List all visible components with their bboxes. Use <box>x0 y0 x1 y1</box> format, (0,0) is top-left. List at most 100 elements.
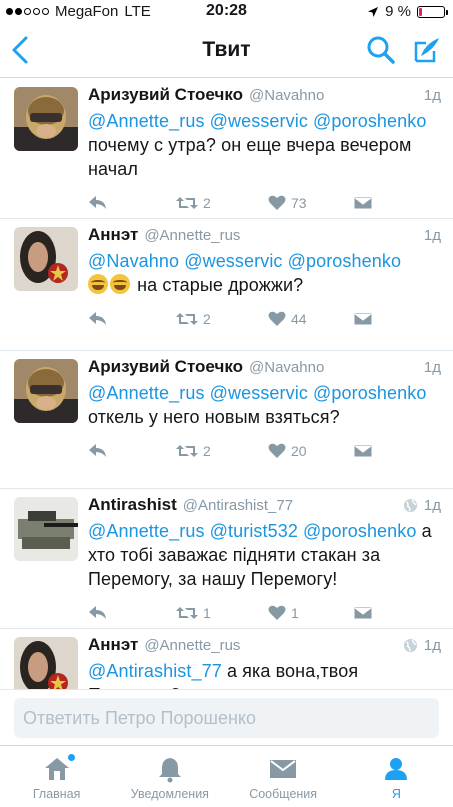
search-button[interactable] <box>365 34 397 66</box>
tweet-header: Antirashist @Antirashist_77 <box>88 495 441 519</box>
direct-message-button[interactable] <box>354 311 372 327</box>
reply-icon <box>89 312 106 325</box>
tweet-author-name[interactable]: Аннэт <box>88 225 138 245</box>
tweet-time: 1д <box>423 497 441 514</box>
like-count: 73 <box>291 195 307 211</box>
tweet-mentions[interactable]: @Annette_rus @wesservic @poroshenko <box>88 383 426 403</box>
location-arrow-icon <box>368 6 379 17</box>
tweet-author-name[interactable]: Аризувий Стоечко <box>88 357 243 377</box>
home-icon <box>44 758 69 780</box>
tab-messages[interactable]: Сообщения <box>227 746 340 807</box>
tweet-text: @Annette_rus @wesservic @poroshenko поче… <box>88 109 441 181</box>
tweet-mentions[interactable]: @Annette_rus @turist532 @poroshenko <box>88 521 417 541</box>
heart-icon <box>268 195 286 210</box>
direct-message-button[interactable] <box>354 443 372 459</box>
heart-icon <box>268 605 286 620</box>
avatar[interactable] <box>14 497 78 561</box>
tweet-item[interactable]: Аризувий Стоечко @Navahno 1д @Annette_ru… <box>0 79 453 219</box>
tweet-item[interactable]: Antirashist @Antirashist_77 1д @Annette_… <box>0 489 453 629</box>
navigation-bar: Твит <box>0 24 453 78</box>
tweet-time: 1д <box>423 359 441 376</box>
tweet-header: Аризувий Стоечко @Navahno <box>88 357 441 381</box>
tweet-author-handle[interactable]: @Navahno <box>249 87 324 104</box>
avatar[interactable] <box>14 359 78 423</box>
new-content-badge <box>68 754 75 761</box>
retweet-icon <box>176 313 198 325</box>
tweet-time: 1д <box>423 87 441 104</box>
tweet-author-name[interactable]: Antirashist <box>88 495 177 515</box>
tweet-item[interactable]: Аризувий Стоечко @Navahno 1д @Annette_ru… <box>0 351 453 489</box>
tweet-meta: 1д <box>424 87 441 104</box>
tweet-mentions[interactable]: @Annette_rus @wesservic @poroshenko <box>88 111 426 131</box>
tweet-meta: 1д <box>424 227 441 244</box>
retweet-count: 2 <box>203 311 211 327</box>
reply-button[interactable] <box>88 443 176 459</box>
tweet-body: на старые дрожжи? <box>137 275 304 295</box>
tweet-header: Аннэт @Annette_rus <box>88 635 441 659</box>
tweet-header: Аннэт @Annette_rus <box>88 225 441 249</box>
avatar[interactable] <box>14 87 78 151</box>
tears-of-joy-emoji-icon <box>88 274 108 294</box>
tweet-text: @Annette_rus @wesservic @poroshenko отке… <box>88 381 441 429</box>
like-button[interactable]: 1 <box>268 605 354 621</box>
reply-button[interactable] <box>88 605 176 621</box>
reply-icon <box>89 196 106 209</box>
retweet-button[interactable]: 2 <box>176 195 268 211</box>
avatar[interactable] <box>14 637 78 689</box>
tweet-body: откель у него новым взяться? <box>88 407 340 427</box>
retweet-icon <box>176 607 198 619</box>
tab-home[interactable]: Главная <box>0 746 113 807</box>
like-button[interactable]: 44 <box>268 311 354 327</box>
retweet-button[interactable]: 2 <box>176 311 268 327</box>
direct-message-button[interactable] <box>354 195 372 211</box>
tweet-mentions[interactable]: @Navahno @wesservic @poroshenko <box>88 251 401 271</box>
compose-button[interactable] <box>411 34 443 66</box>
retweet-count: 2 <box>203 443 211 459</box>
like-count: 1 <box>291 605 299 621</box>
tweet-author-name[interactable]: Аризувий Стоечко <box>88 85 243 105</box>
avatar[interactable] <box>14 227 78 291</box>
direct-message-button[interactable] <box>354 605 372 621</box>
retweet-button[interactable]: 1 <box>176 605 268 621</box>
tab-label: Уведомления <box>130 787 209 801</box>
tweet-item[interactable]: Аннэт @Annette_rus 1д @Navahno @wesservi… <box>0 219 453 351</box>
tab-label: Я <box>391 787 401 801</box>
retweet-button[interactable]: 2 <box>176 443 268 459</box>
tweet-header: Аризувий Стоечко @Navahno <box>88 85 441 109</box>
status-bar: MegaFon LTE 20:28 9 % <box>0 0 453 24</box>
like-button[interactable]: 20 <box>268 443 354 459</box>
envelope-icon <box>354 312 372 326</box>
reply-icon <box>89 606 106 619</box>
envelope-icon <box>354 196 372 210</box>
tweet-item[interactable]: Аннэт @Annette_rus 1д @Antirashist_77 а … <box>0 629 453 689</box>
like-count: 20 <box>291 443 307 459</box>
reply-button[interactable] <box>88 311 176 327</box>
globe-icon <box>403 498 417 513</box>
tweet-time: 1д <box>423 227 441 244</box>
tweet-text: @Navahno @wesservic @poroshenko на стары… <box>88 249 441 297</box>
compose-icon <box>414 38 439 63</box>
tweet-author-handle[interactable]: @Antirashist_77 <box>183 497 293 514</box>
tab-notifications[interactable]: Уведомления <box>113 746 226 807</box>
retweet-icon <box>176 445 198 457</box>
tab-me[interactable]: Я <box>340 746 453 807</box>
envelope-icon <box>354 444 372 458</box>
reply-input[interactable] <box>14 698 439 738</box>
tweet-author-handle[interactable]: @Navahno <box>249 359 324 376</box>
globe-icon <box>403 638 417 653</box>
reply-button[interactable] <box>88 195 176 211</box>
tweet-meta: 1д <box>424 359 441 376</box>
like-button[interactable]: 73 <box>268 195 354 211</box>
tweet-actions: 2 20 <box>88 429 441 473</box>
tweet-mentions[interactable]: @Antirashist_77 <box>88 661 222 681</box>
search-icon <box>367 36 395 64</box>
tweet-author-handle[interactable]: @Annette_rus <box>144 637 240 654</box>
tweet-author-name[interactable]: Аннэт <box>88 635 138 655</box>
tab-label: Сообщения <box>249 787 318 801</box>
tweet-author-handle[interactable]: @Annette_rus <box>144 227 240 244</box>
tab-label: Главная <box>32 787 81 801</box>
envelope-icon <box>270 760 297 778</box>
tweet-body: почему с утра? он еще вчера вечером нача… <box>88 135 412 179</box>
battery-icon <box>417 5 448 18</box>
bell-icon <box>158 758 181 783</box>
